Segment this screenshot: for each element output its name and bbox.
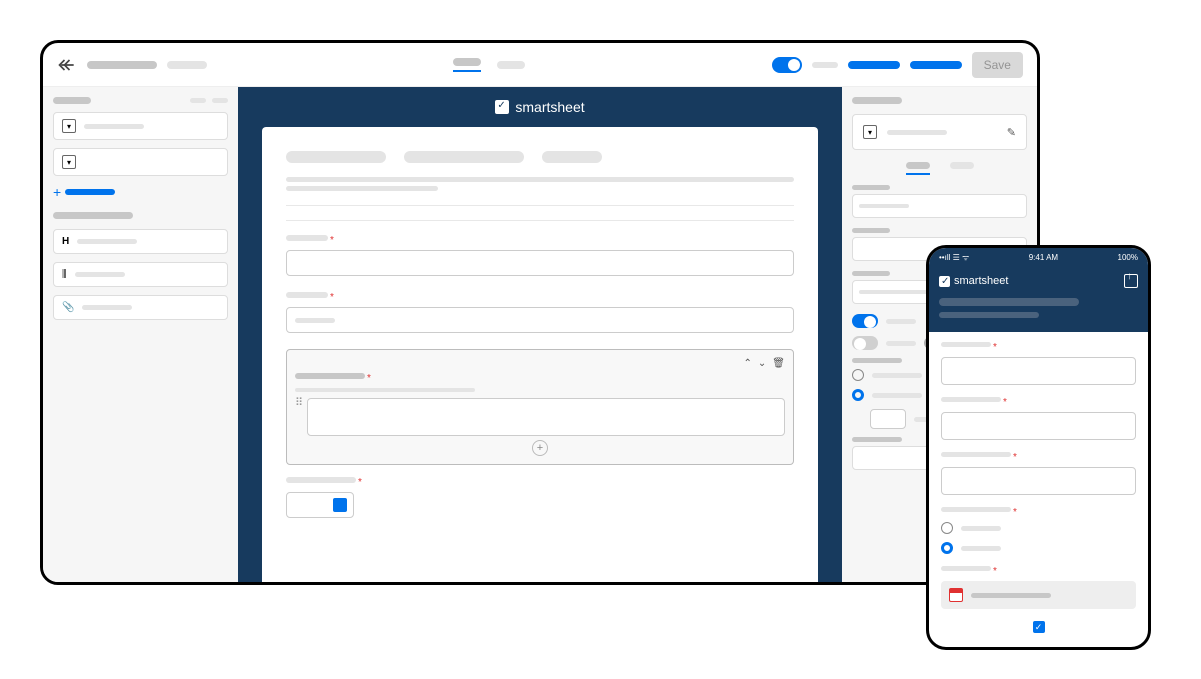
field-3-label: * — [295, 373, 785, 384]
add-field-link[interactable]: + — [53, 184, 228, 200]
selected-field-block[interactable]: ⌃ ⌄ 🗑 * ⠿ + — [286, 349, 794, 465]
signal-icon: ••ıll ☰ ᯤ — [939, 252, 969, 263]
subtitle-placeholder — [167, 61, 207, 69]
dropdown-icon: ▾ — [62, 155, 76, 169]
plus-icon: + — [53, 184, 61, 200]
element-attachment[interactable]: 📎 — [53, 295, 228, 320]
desktop-window: Save ▾ ▾ + — [40, 40, 1040, 585]
field-1-input[interactable] — [286, 250, 794, 276]
divider — [286, 205, 794, 206]
mobile-form-subtitle — [939, 312, 1039, 318]
right-header — [852, 97, 902, 104]
m-input-2[interactable] — [941, 412, 1136, 440]
field-2-label: * — [286, 292, 794, 303]
brand-name: smartsheet — [515, 99, 584, 115]
dropdown-icon: ▾ — [863, 125, 877, 139]
m-field-1: * — [941, 342, 1136, 385]
brand-header: smartsheet — [238, 87, 842, 127]
prop-label-3 — [852, 271, 890, 276]
brand-check-icon — [495, 100, 509, 114]
center-tabs — [453, 58, 525, 72]
fields-header — [53, 97, 228, 104]
radio-selected-icon — [852, 389, 864, 401]
status-time: 9:41 AM — [1029, 253, 1058, 262]
form-title-row — [286, 151, 794, 163]
sub-button[interactable] — [870, 409, 906, 429]
title-placeholder — [87, 61, 157, 69]
divider — [286, 220, 794, 221]
move-up-icon[interactable]: ⌃ — [744, 358, 752, 369]
mobile-brand-name: smartsheet — [954, 275, 1008, 287]
mobile-form-title — [939, 298, 1079, 306]
field-4-label: * — [286, 477, 794, 488]
date-input[interactable] — [286, 492, 354, 518]
field-item-1[interactable]: ▾ — [53, 112, 228, 140]
mobile-form-body: * * * * * ✓ — [929, 332, 1148, 643]
display-section-label — [852, 358, 902, 363]
element-divider[interactable]: ⫼ — [53, 262, 228, 287]
required-toggle[interactable] — [852, 314, 878, 328]
prop-label-1 — [852, 185, 890, 190]
section-label — [53, 212, 133, 219]
mobile-status-bar: ••ıll ☰ ᯤ 9:41 AM 100% — [929, 248, 1148, 266]
field-2-input[interactable] — [286, 307, 794, 333]
body-layout: ▾ ▾ + H ⫼ 📎 — [43, 87, 1037, 582]
field-item-2[interactable]: ▾ — [53, 148, 228, 176]
edit-icon[interactable]: ✎ — [1007, 126, 1016, 139]
back-arrow-icon[interactable] — [57, 55, 77, 75]
right-tabs — [852, 162, 1027, 175]
m-field-2: * — [941, 397, 1136, 440]
share-icon[interactable] — [1124, 274, 1138, 288]
left-sidebar: ▾ ▾ + H ⫼ 📎 — [43, 87, 238, 582]
brand-check-icon — [939, 276, 950, 287]
calendar-icon — [949, 588, 963, 602]
m-date-input[interactable] — [941, 581, 1136, 609]
dropdown-icon: ▾ — [62, 119, 76, 133]
form-desc-line-2 — [286, 186, 438, 191]
prop-input-1[interactable] — [852, 194, 1027, 218]
default-label — [852, 437, 902, 442]
tab-inactive[interactable] — [497, 61, 525, 69]
prop-label-2 — [852, 228, 890, 233]
element-heading[interactable]: H — [53, 229, 228, 254]
divider-icon: ⫼ — [62, 269, 67, 280]
form-desc-line-1 — [286, 177, 794, 182]
right-tab-inactive[interactable] — [950, 162, 974, 169]
battery-label: 100% — [1118, 253, 1138, 262]
save-button[interactable]: Save — [972, 52, 1023, 78]
link-1[interactable] — [848, 61, 900, 69]
calendar-icon — [333, 498, 347, 512]
mobile-brand-row: smartsheet — [939, 274, 1138, 288]
m-input-3[interactable] — [941, 467, 1136, 495]
m-radio-2[interactable] — [941, 542, 1136, 554]
field-3-textarea[interactable] — [307, 398, 785, 436]
hidden-toggle[interactable] — [852, 336, 878, 350]
mobile-preview: ••ıll ☰ ᯤ 9:41 AM 100% smartsheet * * * … — [926, 245, 1151, 650]
attachment-icon: 📎 — [62, 302, 74, 313]
top-toolbar: Save — [43, 43, 1037, 87]
field-actions: ⌃ ⌄ 🗑 — [295, 358, 785, 369]
form-card: * * ⌃ ⌄ 🗑 * — [262, 127, 818, 582]
link-2[interactable] — [910, 61, 962, 69]
move-down-icon[interactable]: ⌄ — [758, 358, 766, 369]
selected-field-card: ▾ ✎ — [852, 114, 1027, 150]
radio-icon — [852, 369, 864, 381]
m-field-4: * — [941, 507, 1136, 554]
add-option-button[interactable]: + — [532, 440, 548, 456]
form-canvas: smartsheet * * — [238, 87, 842, 582]
drag-handle-icon[interactable]: ⠿ — [295, 396, 303, 409]
delete-icon[interactable]: 🗑 — [772, 358, 785, 369]
tab-active[interactable] — [453, 58, 481, 72]
heading-icon: H — [62, 236, 69, 247]
m-input-1[interactable] — [941, 357, 1136, 385]
m-field-5: * — [941, 566, 1136, 609]
m-radio-1[interactable] — [941, 522, 1136, 534]
preview-toggle[interactable] — [772, 57, 802, 73]
right-tab-active[interactable] — [906, 162, 930, 175]
field-1-label: * — [286, 235, 794, 246]
mobile-checkbox[interactable]: ✓ — [1033, 621, 1045, 633]
m-field-3: * — [941, 452, 1136, 495]
mobile-header: smartsheet — [929, 266, 1148, 332]
toggle-label — [812, 62, 838, 68]
